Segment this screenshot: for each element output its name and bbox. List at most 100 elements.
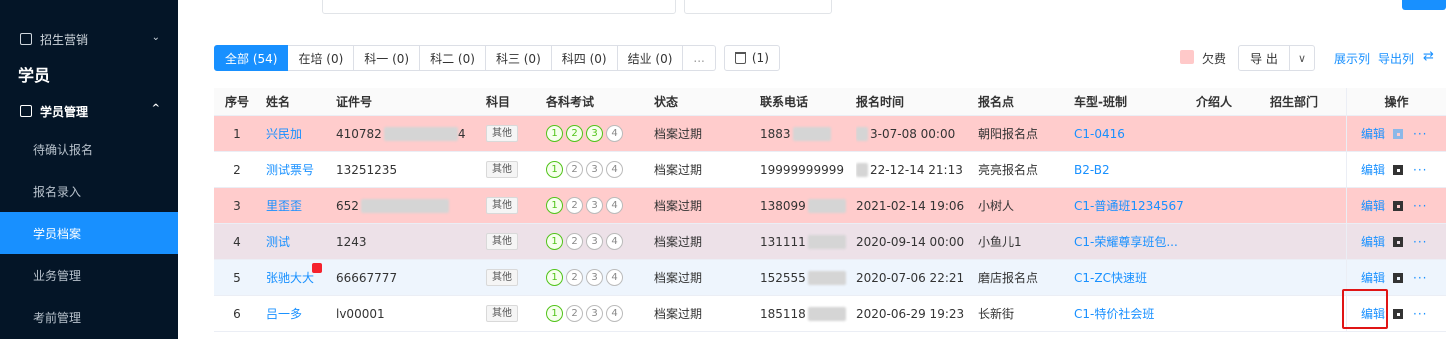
table-row[interactable]: 6 吕一多 lv00001 其他 1234 档案过期 185118 2020-0… bbox=[214, 296, 1446, 332]
student-name-link[interactable]: 里歪歪 bbox=[266, 188, 334, 223]
cell-introducer bbox=[1196, 116, 1268, 151]
exam-status-circle: 1 bbox=[546, 305, 563, 322]
export-button[interactable]: 导 出 bbox=[1238, 45, 1290, 71]
cell-introducer bbox=[1196, 296, 1268, 331]
exam-status-circle: 2 bbox=[566, 233, 583, 250]
show-columns-link[interactable]: 展示列 bbox=[1334, 50, 1370, 67]
cell-time: 2020-06-29 19:23 bbox=[856, 296, 976, 331]
class-link[interactable]: C1-ZC快速班 bbox=[1074, 260, 1194, 295]
more-icon[interactable]: ··· bbox=[1413, 199, 1427, 213]
cell-status: 档案过期 bbox=[654, 199, 703, 213]
filter-select[interactable] bbox=[684, 0, 832, 14]
tab-all[interactable]: 全部 (54) bbox=[214, 45, 289, 71]
header-exams: 各科考试 bbox=[546, 95, 595, 109]
sidebar-item-business[interactable]: 业务管理 bbox=[0, 254, 178, 296]
tab-more[interactable]: ... bbox=[683, 45, 716, 71]
tab-trash[interactable]: (1) bbox=[723, 45, 780, 71]
qrcode-icon[interactable] bbox=[1393, 200, 1404, 211]
exam-status-circle: 4 bbox=[606, 269, 623, 286]
edit-button[interactable]: 编辑 bbox=[1361, 269, 1385, 286]
class-link[interactable]: C1-普通班1234567 bbox=[1074, 188, 1194, 223]
student-name-link[interactable]: 吕一多 bbox=[266, 296, 334, 331]
tab-subject2[interactable]: 科二 (0) bbox=[420, 45, 486, 71]
exam-status-circle: 4 bbox=[606, 305, 623, 322]
table-row[interactable]: 3 里歪歪 652 其他 1234 档案过期 138099 2021-02-14… bbox=[214, 188, 1446, 224]
search-button[interactable] bbox=[1402, 0, 1446, 10]
search-input[interactable] bbox=[322, 0, 676, 14]
cell-status: 档案过期 bbox=[654, 127, 703, 141]
exam-status-circle: 3 bbox=[586, 233, 603, 250]
exam-status-circle: 2 bbox=[566, 125, 583, 142]
cell-subject: 其他 bbox=[486, 296, 542, 331]
tab-subject1[interactable]: 科一 (0) bbox=[354, 45, 421, 71]
cell-status: 档案过期 bbox=[654, 307, 703, 321]
more-icon[interactable]: ··· bbox=[1413, 127, 1427, 141]
tab-graduated[interactable]: 结业 (0) bbox=[617, 45, 684, 71]
student-name-link[interactable]: 测试票号 bbox=[266, 152, 334, 187]
student-name: 测试 bbox=[266, 235, 291, 249]
cell-no: 4 bbox=[233, 234, 241, 249]
sidebar-menu-student[interactable]: 学员管理 ^ bbox=[0, 94, 178, 128]
sidebar-item-enroll[interactable]: 报名录入 bbox=[0, 170, 178, 212]
export-dropdown-button[interactable]: ∨ bbox=[1289, 45, 1315, 71]
table-row[interactable]: 5 张驰大大 66667777 其他 1234 档案过期 152555 2020… bbox=[214, 260, 1446, 296]
edit-button[interactable]: 编辑 bbox=[1361, 125, 1385, 142]
student-name-link[interactable]: 测试 bbox=[266, 224, 334, 259]
table-row[interactable]: 2 测试票号 13251235 其他 1234 档案过期 19999999999… bbox=[214, 152, 1446, 188]
header-dept: 招生部门 bbox=[1270, 95, 1319, 109]
header-status: 状态 bbox=[654, 95, 679, 109]
subject-tag: 其他 bbox=[486, 233, 518, 250]
edit-button[interactable]: 编辑 bbox=[1361, 233, 1385, 250]
phone-number: 138099 bbox=[760, 198, 806, 213]
cell-subject: 其他 bbox=[486, 152, 542, 187]
sidebar-item-archives[interactable]: 学员档案 bbox=[0, 212, 178, 254]
sidebar-menu-recruit[interactable]: 招生营销 ⌄ bbox=[0, 22, 178, 56]
cell-id: 13251235 bbox=[336, 152, 484, 187]
swap-icon[interactable]: ⇄ bbox=[1423, 49, 1434, 64]
cell-subject: 其他 bbox=[486, 224, 542, 259]
more-icon[interactable]: ··· bbox=[1413, 271, 1427, 285]
class-link[interactable]: B2-B2 bbox=[1074, 152, 1194, 187]
qrcode-icon[interactable] bbox=[1393, 272, 1404, 283]
header-subject: 科目 bbox=[486, 95, 511, 109]
id-number: 13251235 bbox=[336, 162, 398, 177]
header-phone: 联系电话 bbox=[760, 95, 809, 109]
calendar-icon bbox=[20, 33, 32, 45]
export-columns-link[interactable]: 导出列 bbox=[1378, 50, 1414, 67]
cell-status: 档案过期 bbox=[654, 271, 703, 285]
tab-subject4[interactable]: 科四 (0) bbox=[551, 45, 618, 71]
table-row[interactable]: 1 兴民加 410782 4 其他 1234 档案过期 1883 3-07-08 … bbox=[214, 116, 1446, 152]
sidebar-item-preexam[interactable]: 考前管理 bbox=[0, 296, 178, 338]
subject-tag: 其他 bbox=[486, 305, 518, 322]
more-icon[interactable]: ··· bbox=[1413, 235, 1427, 249]
student-table: 序号 姓名 证件号 科目 各科考试 状态 联系电话 报名时间 报名点 车型-班制… bbox=[214, 88, 1446, 332]
table-row[interactable]: 4 测试 1243 其他 1234 档案过期 131111 2020-09-14… bbox=[214, 224, 1446, 260]
arrears-legend-label: 欠费 bbox=[1202, 52, 1227, 66]
cell-no: 6 bbox=[233, 306, 241, 321]
tab-subject3[interactable]: 科三 (0) bbox=[485, 45, 552, 71]
cell-phone: 138099 bbox=[760, 188, 854, 223]
student-name: 兴民加 bbox=[266, 127, 303, 141]
edit-button[interactable]: 编辑 bbox=[1361, 161, 1385, 178]
class-link[interactable]: C1-特价社会班 bbox=[1074, 296, 1194, 331]
sidebar-item-label: 考前管理 bbox=[33, 310, 82, 325]
cell-subject: 其他 bbox=[486, 260, 542, 295]
redacted-blur bbox=[856, 126, 868, 141]
edit-button[interactable]: 编辑 bbox=[1361, 197, 1385, 214]
sidebar-item-pending[interactable]: 待确认报名 bbox=[0, 128, 178, 170]
cell-no: 5 bbox=[233, 270, 241, 285]
qrcode-icon[interactable] bbox=[1393, 308, 1404, 319]
more-icon[interactable]: ··· bbox=[1413, 307, 1427, 321]
student-name-link[interactable]: 兴民加 bbox=[266, 116, 334, 151]
student-name-link[interactable]: 张驰大大 bbox=[266, 260, 334, 295]
qrcode-icon[interactable] bbox=[1393, 164, 1404, 175]
tab-training[interactable]: 在培 (0) bbox=[288, 45, 355, 71]
more-icon[interactable]: ··· bbox=[1413, 163, 1427, 177]
cell-id: lv00001 bbox=[336, 296, 484, 331]
qrcode-icon[interactable] bbox=[1393, 236, 1404, 247]
exam-status-circle: 4 bbox=[606, 125, 623, 142]
qrcode-icon[interactable] bbox=[1393, 128, 1404, 139]
class-link[interactable]: C1-0416 bbox=[1074, 116, 1194, 151]
class-link[interactable]: C1-荣耀尊享班包... bbox=[1074, 224, 1194, 259]
tab-trash-count: (1) bbox=[751, 51, 769, 65]
